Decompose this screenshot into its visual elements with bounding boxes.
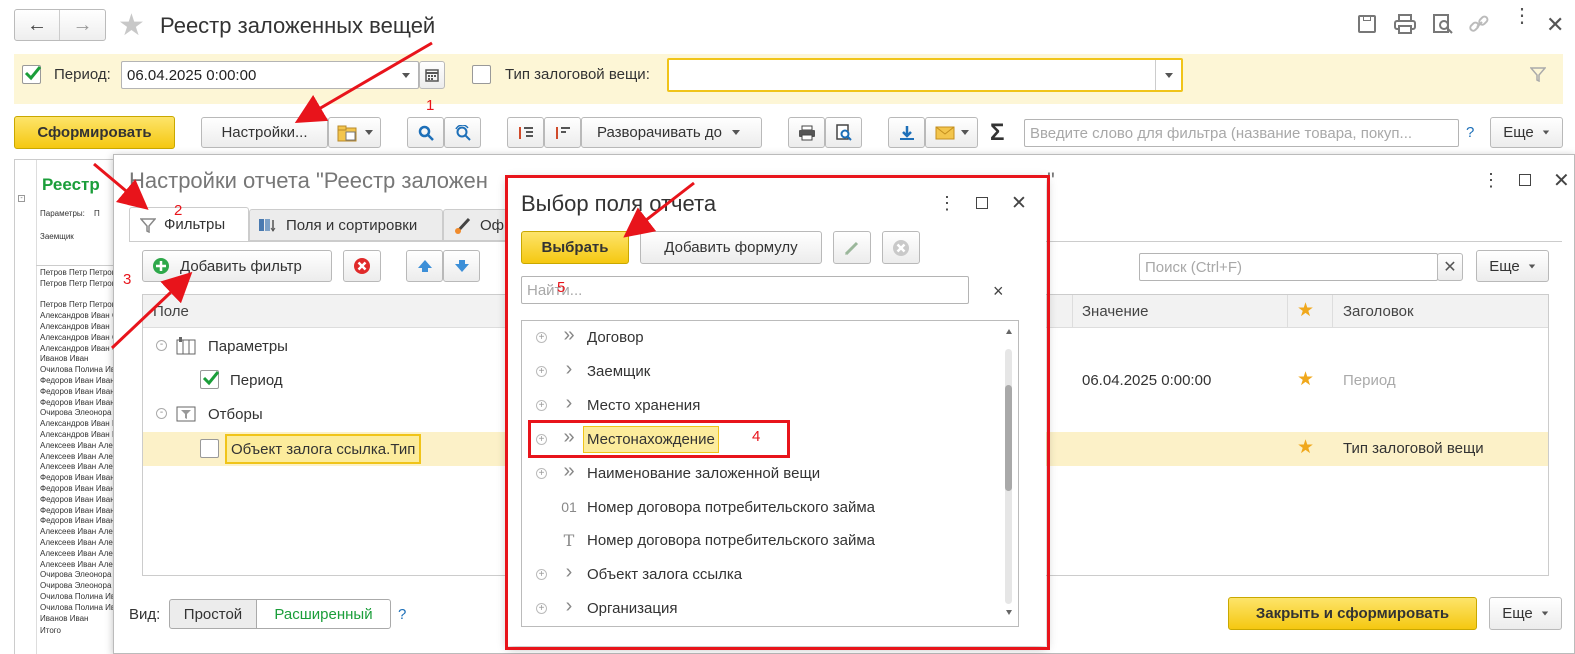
arrow-1 [294, 41, 433, 124]
annotation-arrows [93, 41, 695, 350]
arrow-4 [623, 181, 695, 238]
annotation-4: 4 [752, 428, 761, 445]
annotation-2: 2 [174, 202, 183, 219]
annotation-5: 5 [557, 279, 566, 296]
arrow-2 [93, 162, 149, 210]
annotation-3: 3 [123, 271, 132, 288]
annotation-1: 1 [426, 97, 435, 114]
